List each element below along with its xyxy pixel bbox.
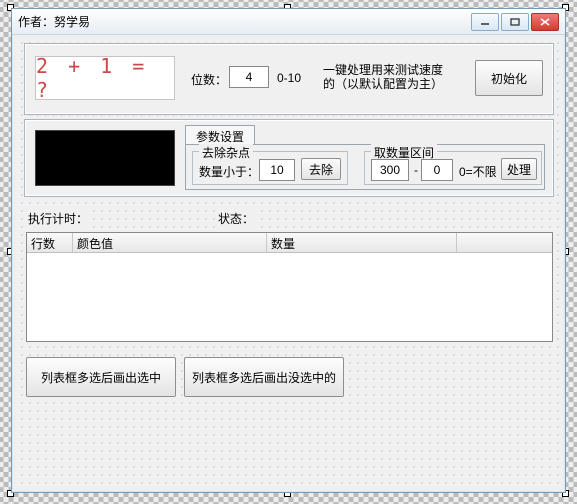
mid-panel: 参数设置 去除杂点 数量小于： 去除 取数量区间 -: [24, 119, 554, 197]
init-button[interactable]: 初始化: [475, 60, 543, 96]
close-button[interactable]: [531, 13, 559, 31]
captcha-image: 2 + 1 = ?: [35, 56, 175, 100]
noise-count-label: 数量小于：: [197, 162, 261, 181]
color-listview[interactable]: 行数 颜色值 数量: [26, 232, 553, 342]
col-row[interactable]: 行数: [27, 233, 73, 252]
noise-remove-button[interactable]: 去除: [301, 158, 341, 180]
tab-container: 参数设置 去除杂点 数量小于： 去除 取数量区间 -: [185, 124, 545, 188]
col-color[interactable]: 颜色值: [73, 233, 267, 252]
tab-params[interactable]: 参数设置: [185, 125, 255, 145]
draw-selected-button[interactable]: 列表框多选后画出选中: [26, 357, 176, 397]
draw-unselected-button[interactable]: 列表框多选后画出没选中的: [184, 357, 344, 397]
maximize-button[interactable]: [501, 13, 529, 31]
range-suffix-label: 0=不限: [457, 162, 499, 181]
range-process-button[interactable]: 处理: [501, 158, 537, 180]
hint-label: 一键处理用来测试速度的（以默认配置为主）: [321, 62, 451, 92]
state-label: 状态：: [216, 209, 256, 228]
window-title: 作者：努学易: [18, 13, 471, 30]
noise-count-input[interactable]: [259, 159, 295, 181]
range-group: 取数量区间 - 0=不限 处理: [364, 151, 542, 185]
minimize-button[interactable]: [471, 13, 499, 31]
app-window: 作者：努学易 2 + 1 = ? 位数： 0-10 一键处理用来测试速度的（以默…: [11, 8, 566, 493]
digit-range-label: 0-10: [275, 70, 303, 86]
listview-body[interactable]: [27, 253, 552, 341]
range-sep-label: -: [412, 162, 420, 178]
title-bar[interactable]: 作者：努学易: [12, 9, 565, 35]
preview-image: [35, 130, 175, 186]
digit-count-label: 位数：: [189, 70, 229, 89]
exec-time-label: 执行计时：: [26, 209, 90, 228]
listview-header: 行数 颜色值 数量: [27, 233, 552, 253]
digit-count-input[interactable]: [229, 66, 269, 88]
range-min-input[interactable]: [371, 159, 409, 181]
range-max-input[interactable]: [421, 159, 453, 181]
tab-page: 去除杂点 数量小于： 去除 取数量区间 - 0=不限 处理: [185, 144, 545, 190]
noise-group: 去除杂点 数量小于： 去除: [192, 151, 348, 185]
col-count[interactable]: 数量: [267, 233, 457, 252]
client-area: 2 + 1 = ? 位数： 0-10 一键处理用来测试速度的（以默认配置为主） …: [16, 37, 561, 488]
top-panel: 2 + 1 = ? 位数： 0-10 一键处理用来测试速度的（以默认配置为主） …: [24, 43, 554, 115]
noise-group-caption: 去除杂点: [199, 144, 253, 161]
